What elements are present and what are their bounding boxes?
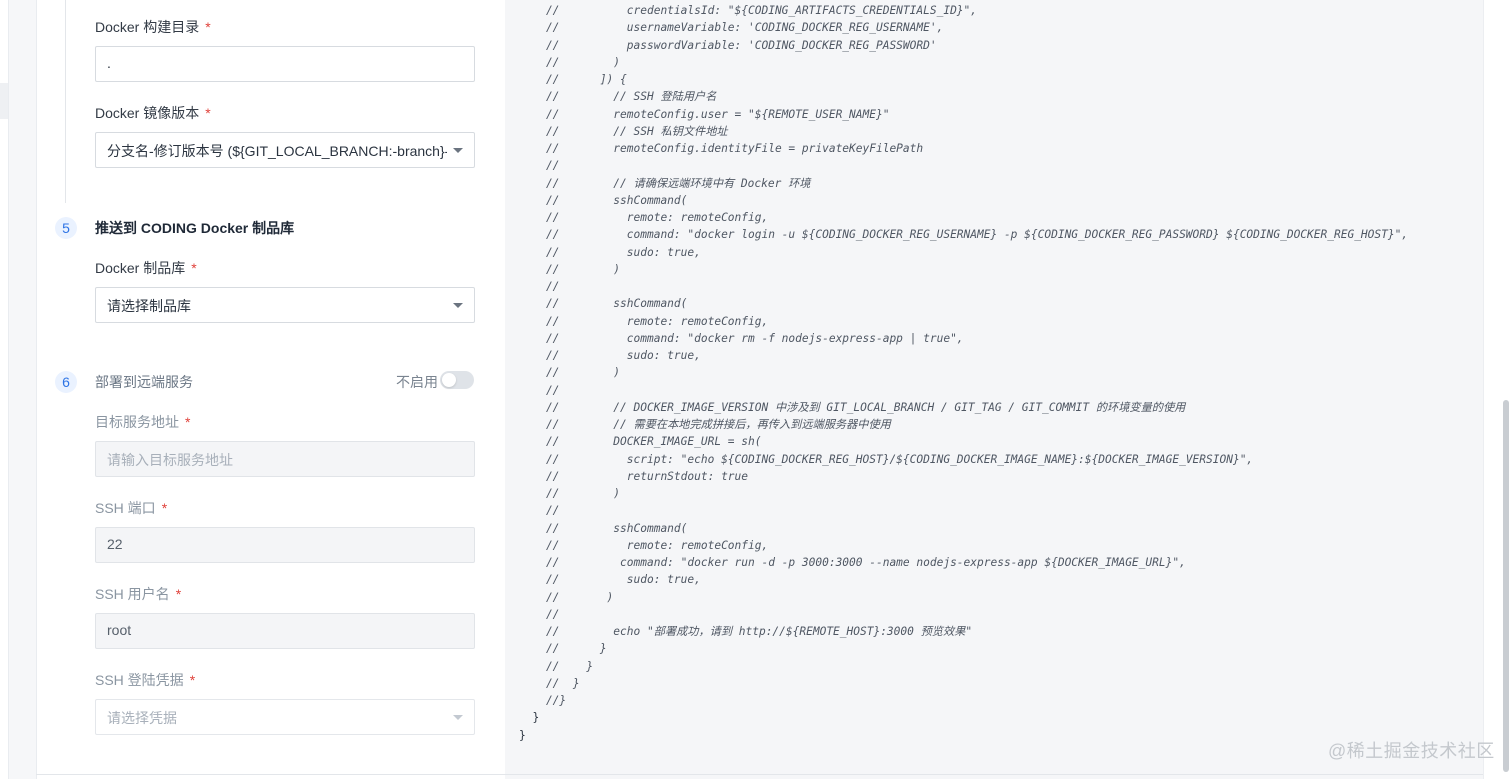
ssh-port-label-text: SSH 端口 <box>95 500 156 516</box>
toggle-knob <box>442 373 456 387</box>
image-version-select[interactable]: 分支名-修订版本号 (${GIT_LOCAL_BRANCH:-branch}-$ <box>95 132 475 168</box>
target-host-label: 目标服务地址 * <box>95 412 190 432</box>
code-line: //} <box>519 694 567 707</box>
target-host-input[interactable]: 请输入目标服务地址 <box>95 441 475 477</box>
code-line: // } <box>519 642 607 656</box>
code-line: // sshCommand( <box>519 521 688 535</box>
step-5-title: 推送到 CODING Docker 制品库 <box>95 220 295 236</box>
ssh-credential-label-text: SSH 登陆凭据 <box>95 672 184 688</box>
code-line: // echo "部署成功，请到 http://${REMOTE_HOST}:3… <box>519 625 973 638</box>
registry-select[interactable]: 请选择制品库 <box>95 287 475 323</box>
code-line: // <box>519 280 560 293</box>
code-line: // // DOCKER_IMAGE_VERSION 中涉及到 GIT_LOCA… <box>519 400 1186 414</box>
code-line: // // SSH 私钥文件地址 <box>519 124 728 138</box>
code-line: } <box>519 728 526 742</box>
registry-label: Docker 制品库 * <box>95 258 197 278</box>
code-line: // remote: remoteConfig, <box>519 538 769 552</box>
build-dir-input[interactable]: . <box>95 46 475 82</box>
code-line: // script: "echo ${CODING_DOCKER_REG_HOS… <box>519 452 1254 466</box>
code-line: // ]) { <box>519 73 627 86</box>
scrollbar-thumb[interactable] <box>1503 400 1509 772</box>
step-5-badge: 5 <box>55 217 77 239</box>
code-line: // DOCKER_IMAGE_URL = sh( <box>519 435 762 449</box>
registry-value: 请选择制品库 <box>107 298 191 314</box>
code-line: // // 需要在本地完成拼接后，再传入到远端服务器中使用 <box>519 418 891 431</box>
ssh-user-label-text: SSH 用户名 <box>95 586 170 602</box>
code-line: // sudo: true, <box>519 349 701 362</box>
ssh-user-value: root <box>107 622 132 638</box>
code-line: // ) <box>519 366 621 380</box>
chevron-down-icon <box>453 715 463 720</box>
step-connector-line <box>65 0 66 203</box>
image-version-value: 分支名-修订版本号 (${GIT_LOCAL_BRANCH:-branch}-$ <box>107 143 447 159</box>
code-line: // ) <box>519 487 621 500</box>
code-line: // <box>519 159 560 173</box>
step-6-title: 部署到远端服务 <box>95 374 193 390</box>
required-mark: * <box>191 260 197 276</box>
code-line: // remote: remoteConfig, <box>519 314 769 328</box>
code-line: // ) <box>519 262 621 276</box>
bottom-divider <box>36 774 1483 775</box>
ssh-port-label: SSH 端口 * <box>95 498 167 518</box>
required-mark: * <box>185 414 191 430</box>
code-line: // command: "docker rm -f nodejs-express… <box>519 331 964 345</box>
code-line: // <box>519 383 560 397</box>
code-line: // returnStdout: true <box>519 469 749 483</box>
image-version-label: Docker 镜像版本 * <box>95 103 211 123</box>
deploy-toggle-label: 不启用 <box>396 374 438 390</box>
scrollbar[interactable] <box>1483 0 1512 779</box>
ssh-user-label: SSH 用户名 * <box>95 584 181 604</box>
rail-active-marker <box>0 83 8 119</box>
code-line: // ) <box>519 590 614 604</box>
code-line: // sshCommand( <box>519 193 688 207</box>
code-line: // remote: remoteConfig, <box>519 211 769 224</box>
required-mark: * <box>161 500 168 516</box>
build-dir-label-text: Docker 构建目录 <box>95 19 200 35</box>
code-line: // remoteConfig.identityFile = privateKe… <box>519 142 924 155</box>
target-host-label-text: 目标服务地址 <box>95 414 179 430</box>
code-line: // remoteConfig.user = "${REMOTE_USER_NA… <box>519 107 890 121</box>
code-line: // command: "docker login -u ${CODING_DO… <box>519 228 1409 242</box>
code-line: // command: "docker run -d -p 3000:3000 … <box>519 556 1186 569</box>
code-line: // ) <box>519 55 621 69</box>
code-line: // passwordVariable: 'CODING_DOCKER_REG_… <box>519 38 937 52</box>
code-line: // sshCommand( <box>519 297 688 311</box>
ssh-port-value: 22 <box>107 536 123 552</box>
step-6-badge: 6 <box>55 371 77 393</box>
code-line: // <box>519 607 560 621</box>
code-line: // <box>519 504 560 518</box>
code-line: // usernameVariable: 'CODING_DOCKER_REG_… <box>519 21 944 35</box>
required-mark: * <box>175 586 182 602</box>
code-line: // // 请确保远端环境中有 Docker 环境 <box>519 176 811 190</box>
code-line: // // SSH 登陆用户名 <box>519 90 717 104</box>
ssh-user-input[interactable]: root <box>95 613 475 649</box>
registry-label-text: Docker 制品库 <box>95 260 186 276</box>
chevron-down-icon <box>453 148 463 153</box>
required-mark: * <box>205 105 211 121</box>
target-host-placeholder: 请输入目标服务地址 <box>107 452 233 468</box>
chevron-down-icon <box>453 303 463 308</box>
build-dir-value: . <box>107 55 111 71</box>
ssh-credential-select[interactable]: 请选择凭据 <box>95 699 475 735</box>
app-left-rail <box>0 0 9 779</box>
code-line: } <box>519 711 540 725</box>
watermark-text: @稀土掘金技术社区 <box>1328 741 1495 761</box>
code-line: // } <box>519 676 580 690</box>
code-line: // sudo: true, <box>519 573 701 587</box>
code-line: // sudo: true, <box>519 245 701 259</box>
required-mark: * <box>189 672 196 688</box>
ssh-port-input[interactable]: 22 <box>95 527 475 563</box>
jenkinsfile-code-editor[interactable]: // credentialsId: "${CODING_ARTIFACTS_CR… <box>505 0 1483 779</box>
code-line: // } <box>519 659 594 673</box>
deploy-toggle[interactable] <box>440 371 474 389</box>
image-version-label-text: Docker 镜像版本 <box>95 105 200 121</box>
ssh-credential-label: SSH 登陆凭据 * <box>95 670 195 690</box>
required-mark: * <box>205 19 211 35</box>
code-line: // credentialsId: "${CODING_ARTIFACTS_CR… <box>519 4 978 17</box>
ssh-credential-placeholder: 请选择凭据 <box>107 710 177 726</box>
build-dir-label: Docker 构建目录 * <box>95 17 211 37</box>
